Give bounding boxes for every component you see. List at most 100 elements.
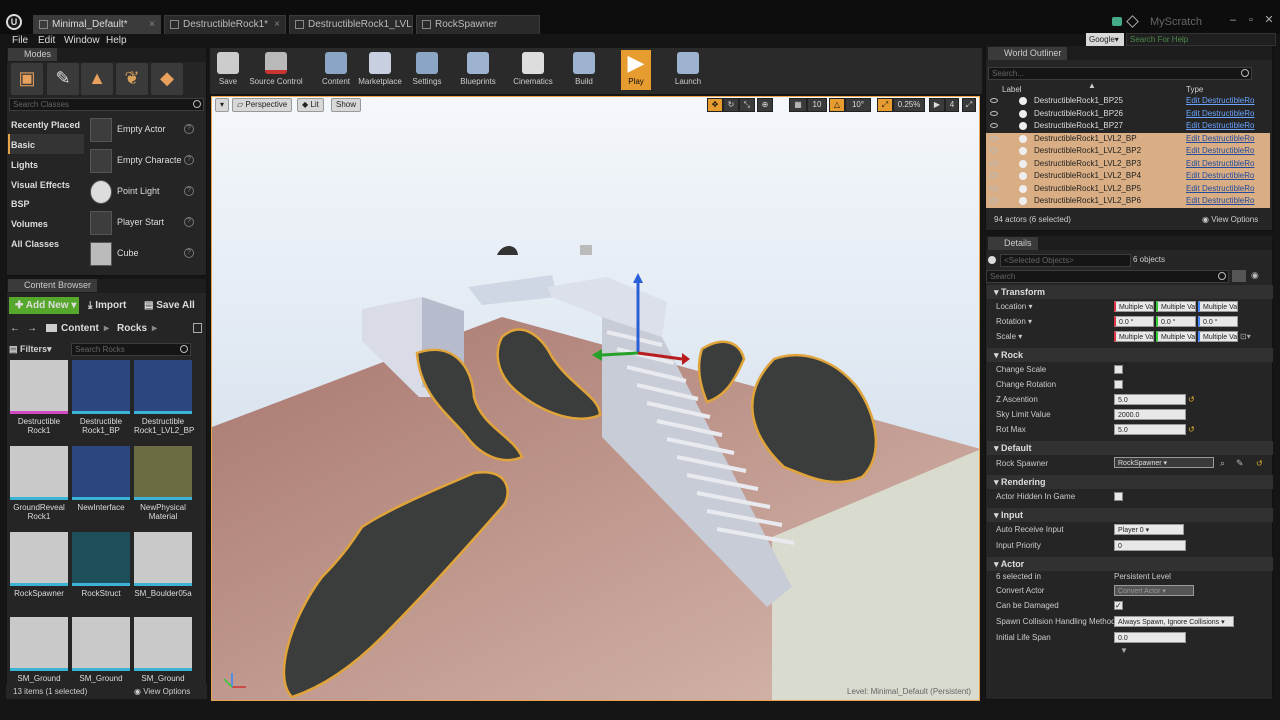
column-label[interactable]: Label [1002,85,1022,94]
help-icon[interactable]: ? [184,186,194,196]
outliner-row[interactable]: DestructibleRock1_LVL2_BP3 Edit Destructi… [986,157,1270,170]
camera-speed-icon[interactable]: ▶ [929,98,945,112]
blueprints-button[interactable]: Blueprints [455,50,501,90]
source-control-button[interactable]: Source Control [246,50,306,90]
menu-edit[interactable]: Edit [38,35,55,46]
geometry-mode-icon[interactable]: ◆ [151,63,183,95]
chat-icon[interactable] [1112,17,1122,26]
rotation-y-field[interactable]: 0.0 ° [1156,316,1196,327]
edit-blueprint-link[interactable]: Edit DestructibleRo [1186,120,1260,133]
asset-tile[interactable]: Destructible Rock1 [10,360,68,435]
cinematics-button[interactable]: Cinematics [510,50,556,90]
outliner-row[interactable]: DestructibleRock1_BP27 Edit DestructibleR… [986,120,1270,133]
search-classes-input[interactable]: Search Classes [9,98,204,111]
scale-icon[interactable]: ⤡ [739,98,755,112]
forward-arrow-icon[interactable]: → [27,320,37,337]
outliner-row[interactable]: DestructibleRock1_BP26 Edit DestructibleR… [986,108,1270,121]
sky-limit-field[interactable]: 2000.0 [1114,409,1186,420]
category-lights[interactable]: Lights [11,160,38,170]
asset-tile[interactable]: SM_Ground [72,617,130,683]
viewport-options-button[interactable]: ▾ [215,98,229,112]
view-options-button[interactable]: ◉ View Options [134,687,190,696]
tab-rockspawner[interactable]: RockSpawner [416,15,540,34]
outliner-row[interactable]: DestructibleRock1_LVL2_BP4 Edit Destructi… [986,170,1270,183]
maximize-icon[interactable]: ▫ [1244,14,1258,28]
help-icon[interactable]: ? [184,217,194,227]
asset-tile[interactable]: NewPhysical Material [134,446,192,521]
visibility-eye-icon[interactable] [990,123,998,128]
actor-hidden-checkbox[interactable] [1114,492,1123,501]
category-bsp[interactable]: BSP [11,199,30,209]
rotate-icon[interactable]: ↻ [723,98,739,112]
expand-advanced-icon[interactable]: ▼ [1120,646,1128,655]
edit-blueprint-link[interactable]: Edit DestructibleRo [1186,183,1260,196]
outliner-view-options-button[interactable]: ◉ View Options [1202,215,1258,224]
scale-x-field[interactable]: Multiple Va [1114,331,1154,342]
initial-life-span-field[interactable]: 0.0 [1114,632,1186,643]
reset-arrow-icon[interactable]: ↺ [1188,396,1195,404]
add-new-button[interactable]: ✚ Add New ▾ [9,297,79,314]
rotation-x-field[interactable]: 0.0 ° [1114,316,1154,327]
asset-tile[interactable]: RockStruct [72,532,130,598]
asset-tile[interactable]: RockSpawner [10,532,68,598]
world-outliner-tab[interactable]: World Outliner [988,47,1068,60]
spawn-collision-dropdown[interactable]: Always Spawn, Ignore Collisions ▾ [1114,616,1234,627]
column-type[interactable]: Type [1186,85,1203,94]
settings-button[interactable]: Settings [408,50,446,90]
visibility-eye-icon[interactable] [990,110,998,116]
details-search-input[interactable]: Search [986,270,1229,283]
help-icon[interactable]: ? [184,155,194,165]
category-volumes[interactable]: Volumes [11,219,48,229]
modes-tab[interactable]: Modes [8,48,58,61]
change-scale-checkbox[interactable] [1114,365,1123,374]
close-icon[interactable]: × [149,16,155,33]
property-matrix-icon[interactable] [1232,270,1246,282]
actor-section[interactable]: ▾ Actor [987,557,1273,571]
tab-destructiblerock1[interactable]: DestructibleRock1* × [164,15,286,34]
menu-window[interactable]: Window [64,35,100,46]
menu-help[interactable]: Help [106,35,127,46]
visibility-eye-icon[interactable] [990,135,998,141]
foliage-mode-icon[interactable]: ❦ [116,63,148,95]
lock-icon[interactable] [193,323,202,333]
asset-tile[interactable]: GroundReveal Rock1 [10,446,68,521]
edit-blueprint-link[interactable]: Edit DestructibleRo [1186,145,1260,158]
eyedropper-icon[interactable]: ✎ [1236,458,1244,469]
breadcrumb-content[interactable]: Content [61,320,99,337]
scale-snap-icon[interactable]: ⤢ [877,98,893,112]
reset-arrow-icon[interactable]: ↺ [1256,460,1263,468]
rot-max-field[interactable]: 5.0 [1114,424,1186,435]
input-section[interactable]: ▾ Input [987,508,1273,522]
maximize-viewport-icon[interactable]: ⤢ [962,98,976,112]
z-ascention-field[interactable]: 5.0 [1114,394,1186,405]
filters-button[interactable]: ▤ Filters▾ [9,343,67,356]
level-viewport[interactable] [211,96,980,701]
auto-receive-dropdown[interactable]: Player 0 ▾ [1114,524,1184,535]
outliner-row[interactable]: DestructibleRock1_LVL2_BP6 Edit Destructi… [986,195,1270,208]
edit-blueprint-link[interactable]: Edit DestructibleRo [1186,95,1260,108]
outliner-row[interactable]: DestructibleRock1_BP25 Edit DestructibleR… [986,95,1270,108]
asset-tile[interactable]: SM_Ground [10,617,68,683]
perspective-button[interactable]: ▱ Perspective [232,98,293,112]
category-basic[interactable]: Basic [11,140,35,150]
place-cube[interactable]: Cube? [86,240,198,268]
outliner-row[interactable]: DestructibleRock1_LVL2_BP5 Edit Destructi… [986,182,1270,196]
scale-snap-value[interactable]: 0.25% [893,98,925,112]
close-icon[interactable]: × [274,16,280,33]
outliner-search-input[interactable]: Search... [988,67,1252,80]
search-engine-dropdown[interactable]: Google▾ [1086,33,1124,46]
build-button[interactable]: Build [569,50,599,90]
rendering-section[interactable]: ▾ Rendering [987,475,1273,489]
selected-objects-field[interactable]: <Selected Objects> [1000,254,1131,267]
search-rocks-input[interactable]: Search Rocks [71,343,191,356]
launch-button[interactable]: Launch [673,50,703,90]
rock-section[interactable]: ▾ Rock [987,348,1273,362]
rotation-z-field[interactable]: 0.0 ° [1198,316,1238,327]
visibility-eye-icon[interactable] [990,160,998,166]
scale-label[interactable]: Scale ▾ [996,332,1022,341]
asset-tile[interactable]: Destructible Rock1_LVL2_BP [134,360,194,435]
back-arrow-icon[interactable]: ← [10,320,20,337]
rotation-label[interactable]: Rotation ▾ [996,317,1032,326]
convert-actor-dropdown[interactable]: Convert Actor ▾ [1114,585,1194,596]
can-be-damaged-checkbox[interactable]: ✓ [1114,601,1123,610]
